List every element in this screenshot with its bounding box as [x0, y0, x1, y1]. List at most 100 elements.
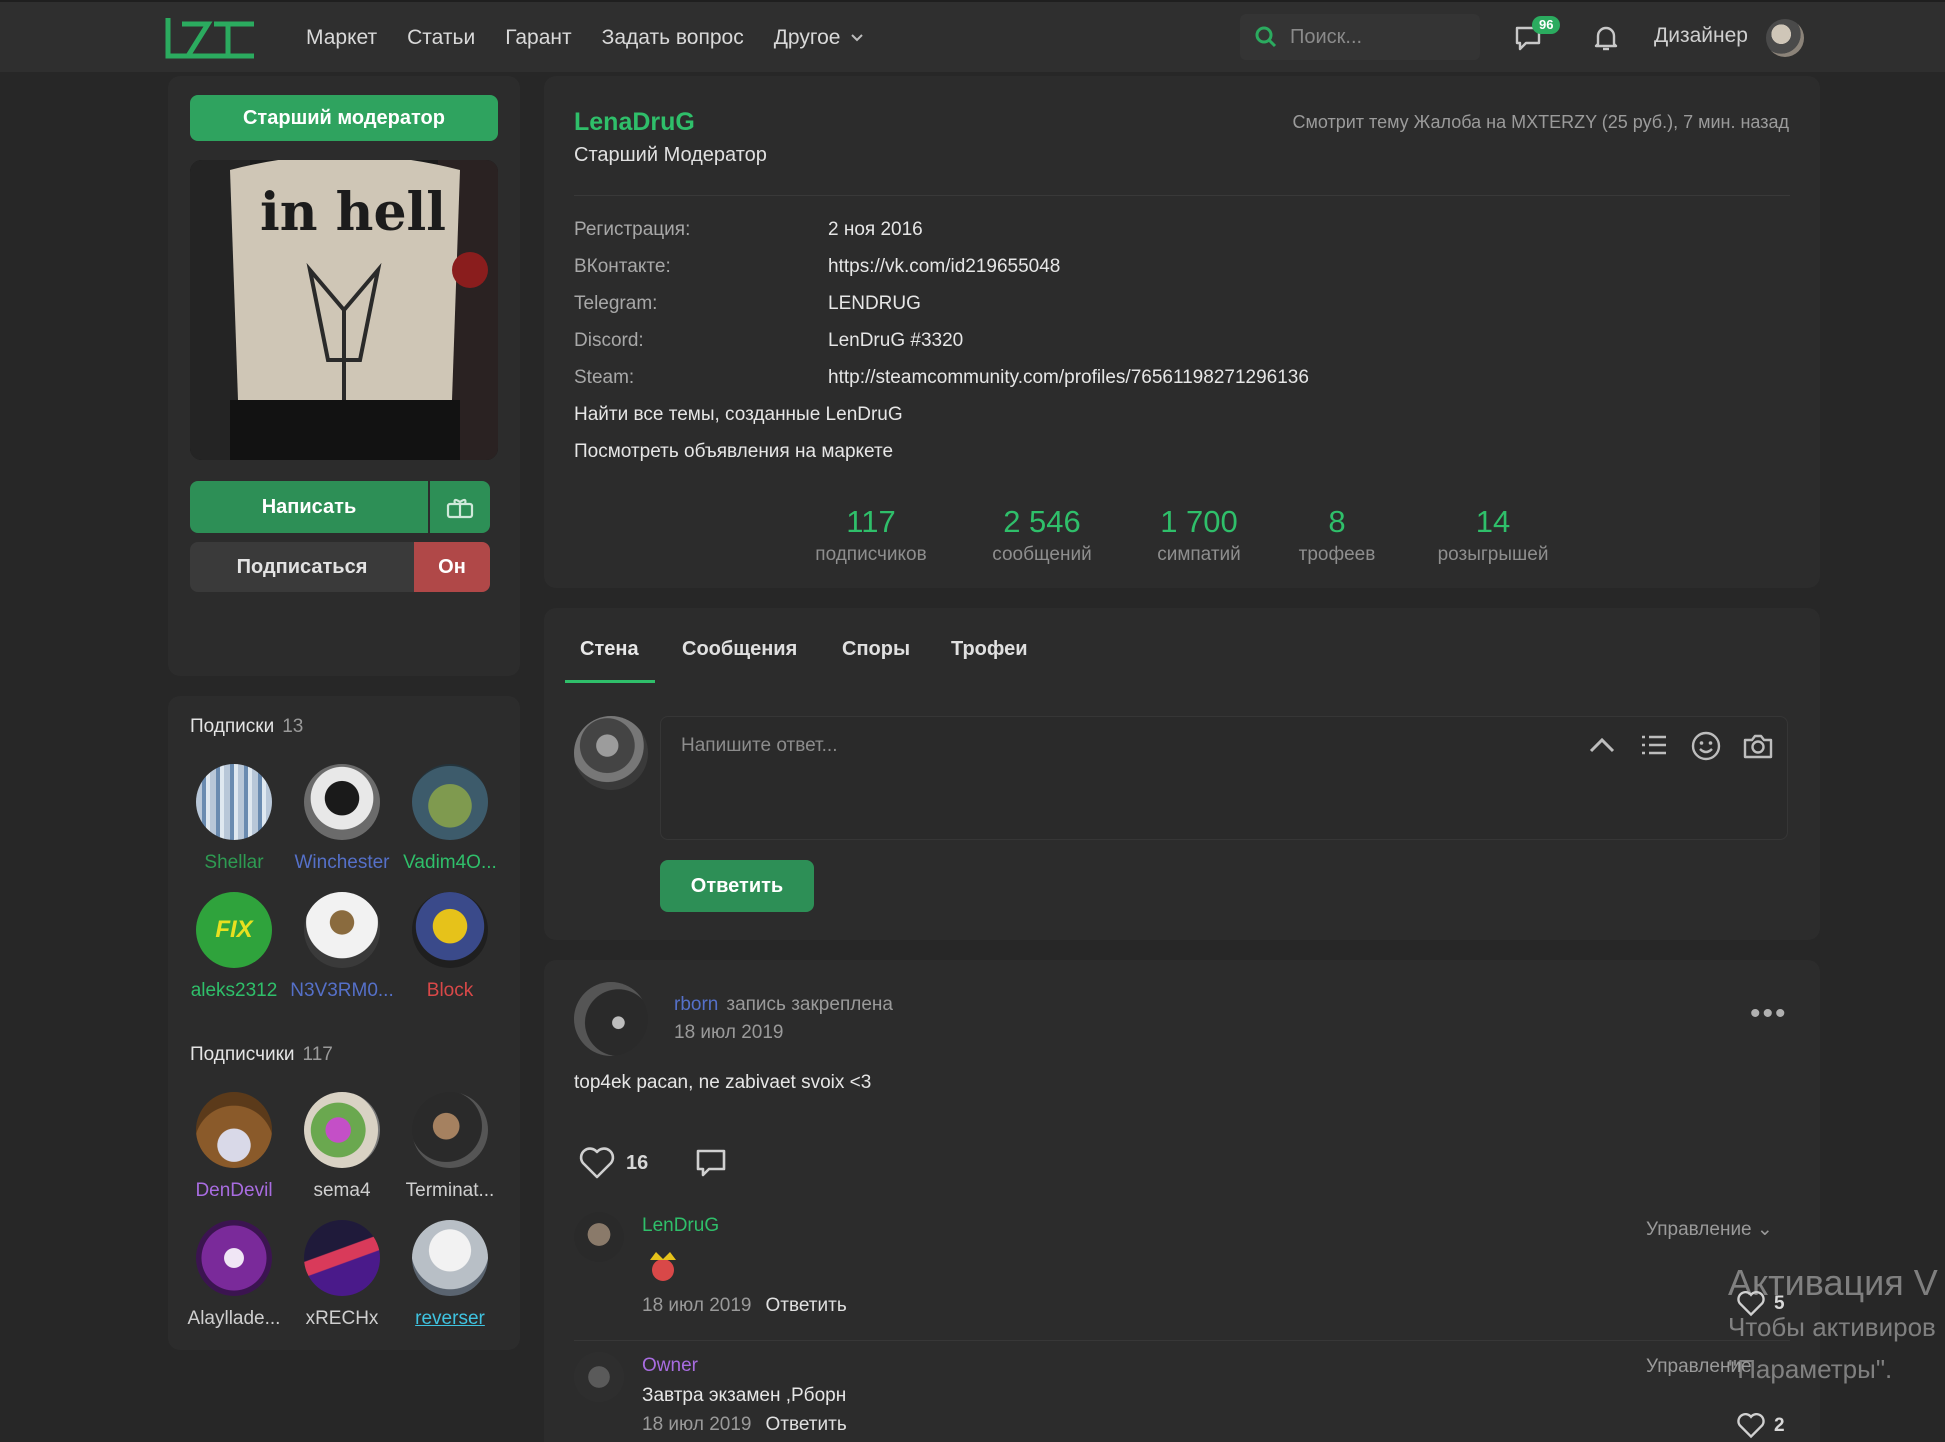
reply-input[interactable]	[681, 735, 1541, 815]
search-box[interactable]	[1240, 14, 1480, 60]
nav-guarantor[interactable]: Гарант	[505, 26, 571, 50]
chevron-down-icon	[851, 34, 864, 42]
nav-articles[interactable]: Статьи	[407, 26, 475, 50]
subscription-user[interactable]: FIX aleks2312	[180, 892, 288, 1002]
search-input[interactable]	[1290, 25, 1470, 49]
current-user-avatar[interactable]	[1766, 19, 1804, 57]
subscription-user[interactable]: Block	[396, 892, 504, 1002]
stat-value: 1 700	[1160, 504, 1238, 539]
comment-date[interactable]: 18 июл 2019	[642, 1295, 752, 1316]
stat-giveaways[interactable]: 14 розыгрышей	[1428, 504, 1558, 566]
post-header: rborn запись закреплена	[674, 994, 893, 1016]
stat-label: розыгрышей	[1437, 544, 1549, 565]
site-logo[interactable]	[164, 16, 258, 60]
comment-icon[interactable]	[694, 1146, 728, 1180]
info-label: ВКонтакте:	[574, 256, 671, 277]
post-more-options[interactable]: •••	[1750, 999, 1788, 1029]
subscription-user[interactable]: Shellar	[180, 764, 288, 874]
write-message-button[interactable]: Написать	[190, 481, 428, 533]
stat-messages[interactable]: 2 546 сообщений	[982, 504, 1102, 566]
tab-trophies[interactable]: Трофеи	[951, 638, 1028, 661]
list-icon[interactable]	[1638, 730, 1670, 762]
stat-label: трофеев	[1298, 544, 1376, 565]
collapse-editor-icon[interactable]	[1586, 730, 1618, 762]
profile-role: Старший Модератор	[574, 144, 767, 166]
comment-author-name[interactable]: Owner	[642, 1355, 698, 1377]
info-value-link[interactable]: https://vk.com/id219655048	[828, 256, 1060, 277]
follower-user[interactable]: sema4	[288, 1092, 396, 1202]
subscriptions-label: Подписки	[190, 716, 275, 737]
follower-user[interactable]: Terminat...	[396, 1092, 504, 1202]
post-author-name[interactable]: rborn	[674, 994, 718, 1015]
info-value[interactable]: LENDRUG	[828, 293, 921, 314]
info-discord: Discord: LenDruG #3320	[574, 330, 963, 352]
info-vkontakte: ВКонтакте: https://vk.com/id219655048	[574, 256, 1060, 278]
watermark-line-3: "Параметры".	[1728, 1354, 1893, 1384]
tab-messages[interactable]: Сообщения	[682, 638, 797, 661]
followers-title[interactable]: Подписчики 117	[190, 1044, 333, 1066]
user-name: Vadim4O...	[403, 852, 497, 873]
comment-author-avatar[interactable]	[574, 1352, 624, 1402]
post-author-avatar[interactable]	[574, 982, 648, 1056]
post-date[interactable]: 18 июл 2019	[674, 1022, 784, 1044]
follow-button[interactable]: Подписаться	[190, 542, 414, 592]
nav-ask-question[interactable]: Задать вопрос	[602, 26, 744, 50]
subscription-user[interactable]: Winchester	[288, 764, 396, 874]
bell-icon[interactable]	[1590, 22, 1622, 54]
user-avatar	[304, 764, 380, 840]
emoji-icon[interactable]	[1690, 730, 1722, 762]
stat-trophies[interactable]: 8 трофеев	[1290, 504, 1384, 566]
user-name: Winchester	[288, 852, 396, 874]
windows-activation-watermark: Активация V Чтобы активиров "Параметры".	[1728, 1262, 1938, 1388]
find-all-threads-link[interactable]: Найти все темы, созданные LenDruG	[574, 404, 903, 426]
subscription-user[interactable]: N3V3RM0...	[288, 892, 396, 1002]
comment-author-name[interactable]: LenDruG	[642, 1215, 719, 1237]
current-user-name[interactable]: Дизайнер	[1654, 24, 1748, 48]
heart-icon	[579, 1147, 615, 1179]
comment-manage-label: Управление	[1646, 1219, 1752, 1240]
follower-user[interactable]: reverser	[396, 1220, 504, 1330]
user-name: DenDevil	[195, 1180, 273, 1201]
follower-user[interactable]: Alaylladе...	[180, 1220, 288, 1330]
profile-activity-status[interactable]: Смотрит тему Жалоба на MXTERZY (25 руб.)…	[1293, 112, 1790, 133]
comment-reply-link[interactable]: Ответить	[766, 1414, 847, 1435]
market-listings-link[interactable]: Посмотреть объявления на маркете	[574, 441, 893, 463]
info-value: 2 ноя 2016	[828, 219, 923, 240]
tab-disputes[interactable]: Споры	[842, 638, 910, 661]
comment-like-button[interactable]: 2	[1736, 1412, 1785, 1439]
comment-manage-dropdown[interactable]: Управление ⌄	[1646, 1218, 1773, 1241]
camera-icon[interactable]	[1742, 730, 1774, 762]
comment-author-avatar[interactable]	[574, 1212, 624, 1262]
follower-user[interactable]: DenDevil	[180, 1092, 288, 1202]
info-value-link[interactable]: http://steamcommunity.com/profiles/76561…	[828, 367, 1309, 388]
post-like-button[interactable]: 16	[578, 1146, 648, 1180]
follower-user[interactable]: xRECHx	[288, 1220, 396, 1330]
comment-reply-link[interactable]: Ответить	[766, 1295, 847, 1316]
tab-wall[interactable]: Стена	[580, 638, 639, 661]
info-telegram: Telegram: LENDRUG	[574, 293, 921, 315]
search-icon	[1255, 26, 1277, 48]
stat-followers[interactable]: 117 подписчиков	[806, 504, 936, 566]
nav-other-dropdown[interactable]: Другое	[774, 26, 865, 50]
user-name: Shellar	[204, 852, 264, 873]
comment-text: Завтра экзамен ,Рборн	[642, 1385, 847, 1406]
followers-label: Подписчики	[190, 1044, 295, 1065]
comment-date[interactable]: 18 июл 2019	[642, 1414, 752, 1435]
gender-badge: Он	[414, 542, 490, 592]
user-name: Alaylladе...	[187, 1308, 281, 1329]
top-navbar: Маркет Статьи Гарант Задать вопрос Друго…	[0, 0, 1945, 72]
stat-likes[interactable]: 1 700 симпатий	[1144, 504, 1254, 566]
chevron-down-icon: ⌄	[1756, 1219, 1773, 1240]
comment-like-count: 2	[1774, 1414, 1785, 1436]
reply-editor[interactable]	[660, 716, 1788, 840]
nav-market[interactable]: Маркет	[306, 26, 377, 50]
user-avatar	[304, 1092, 380, 1168]
subscription-user[interactable]: Vadim4O...	[396, 764, 504, 874]
reply-submit-button[interactable]: Ответить	[660, 860, 814, 912]
user-name: N3V3RM0...	[290, 980, 394, 1001]
profile-username[interactable]: LenaDruG	[574, 108, 695, 137]
subscriptions-title[interactable]: Подписки 13	[190, 716, 303, 738]
stat-label: сообщений	[992, 544, 1092, 565]
gift-button[interactable]	[430, 481, 490, 533]
post-action: запись закреплена	[726, 994, 893, 1015]
